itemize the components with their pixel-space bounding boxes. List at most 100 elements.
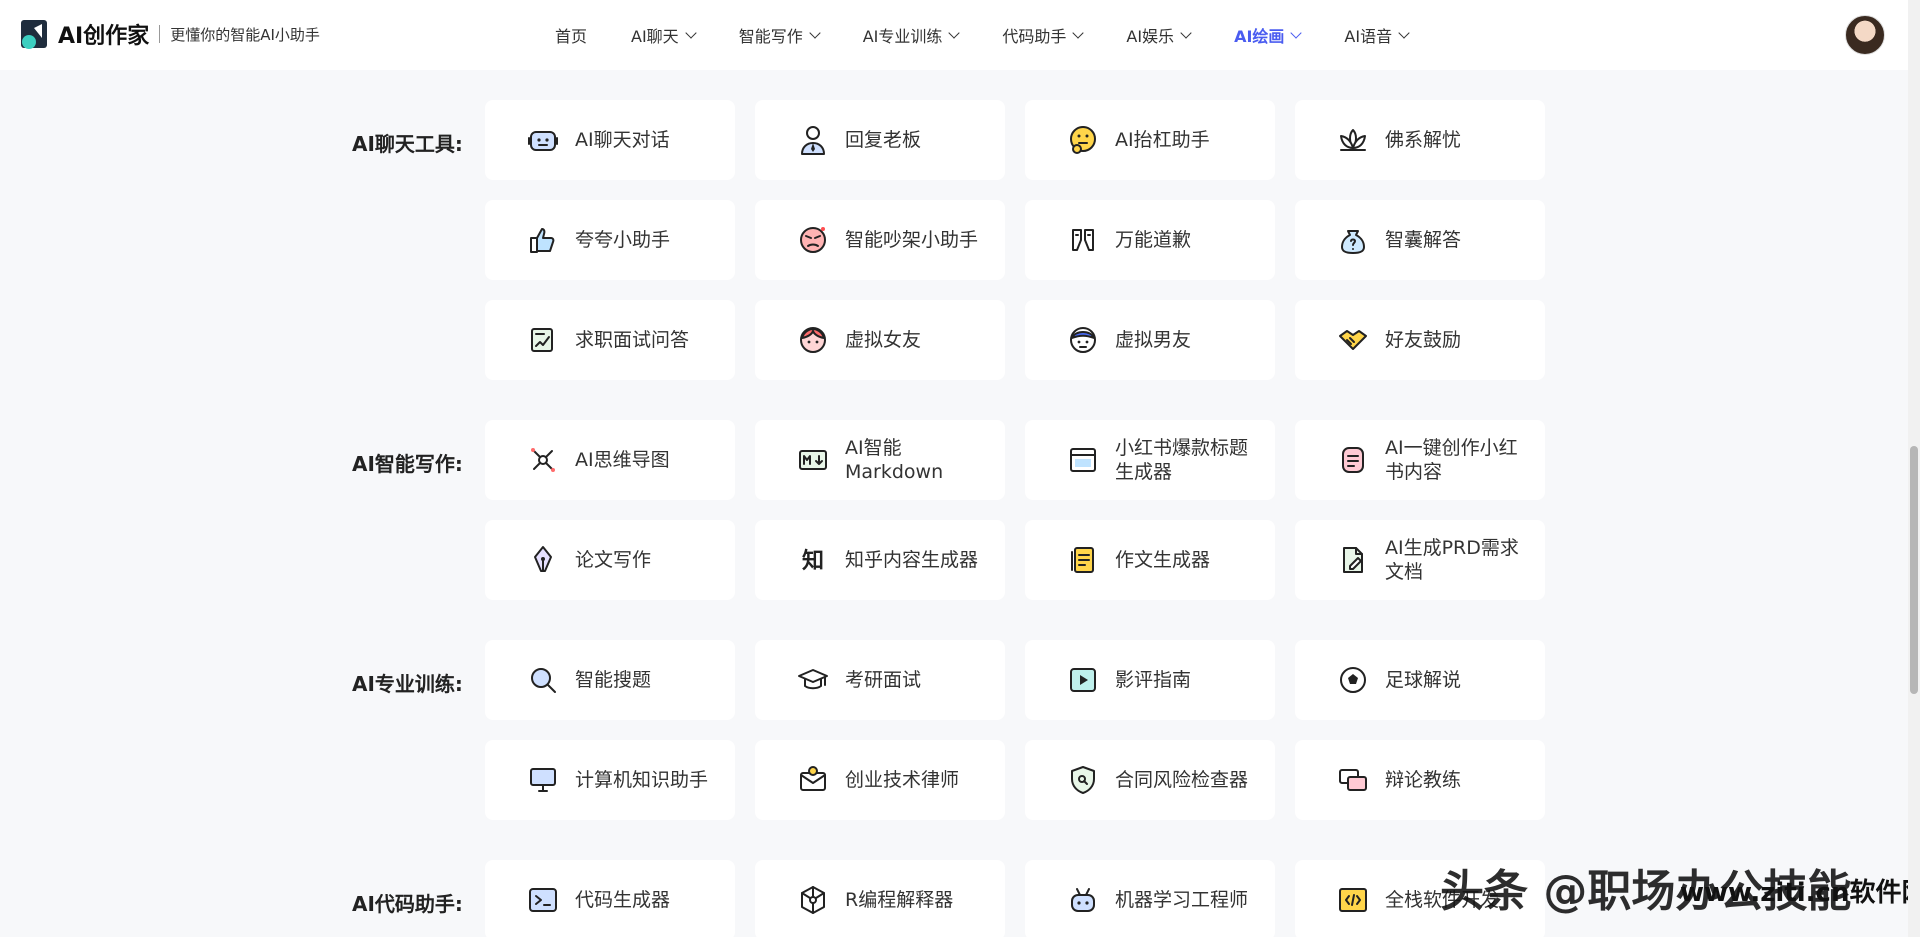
tool-card[interactable]: 求职面试问答 bbox=[485, 300, 735, 380]
pen-nib-icon bbox=[534, 546, 552, 572]
nav-item-label: AI语音 bbox=[1344, 27, 1393, 46]
note-icon bbox=[1342, 447, 1364, 473]
section-title: AI专业训练: bbox=[352, 672, 463, 696]
document-edit-icon bbox=[1343, 547, 1363, 573]
tool-card[interactable]: 影评指南 bbox=[1025, 640, 1275, 720]
nav-item-2[interactable]: 智能写作 bbox=[738, 23, 821, 47]
zhihu-icon: 知 bbox=[802, 548, 824, 574]
tool-card[interactable]: 好友鼓励 bbox=[1295, 300, 1545, 380]
tool-card[interactable]: AI思维导图 bbox=[485, 420, 735, 500]
nav-item-0[interactable]: 首页 bbox=[555, 23, 587, 47]
tool-card[interactable]: AI一键创作小红书内容 bbox=[1295, 420, 1545, 500]
tool-card[interactable]: 智囊解答 bbox=[1295, 200, 1545, 280]
user-avatar[interactable] bbox=[1845, 15, 1885, 55]
tool-card[interactable]: 作文生成器 bbox=[1025, 520, 1275, 600]
page-scrollbar[interactable] bbox=[1908, 0, 1920, 937]
top-navigation-bar: AI创作家 更懂你的智能AI小助手 首页 AI聊天 智能写作 AI专业训练 代码助手 AI… bbox=[0, 0, 1908, 70]
tool-card-label: 虚拟男友 bbox=[1115, 329, 1192, 351]
tool-card-label: AI思维导图 bbox=[575, 449, 670, 471]
shield-search-icon bbox=[1071, 766, 1095, 794]
tool-card-label: AI生成PRD需求文档 bbox=[1385, 537, 1519, 583]
svg-text:知: 知 bbox=[802, 548, 824, 574]
girl-face-icon bbox=[800, 327, 826, 353]
tool-card[interactable]: 万能道歉 bbox=[1025, 200, 1275, 280]
tool-card[interactable]: 虚拟女友 bbox=[755, 300, 1005, 380]
tool-card[interactable]: 佛系解忧 bbox=[1295, 100, 1545, 180]
question-bag-icon bbox=[1341, 230, 1365, 254]
site-logo[interactable]: AI创作家 更懂你的智能AI小助手 bbox=[20, 18, 320, 50]
football-icon bbox=[1340, 667, 1366, 693]
tool-card-label: 小红书爆款标题生成器 bbox=[1115, 437, 1249, 483]
tool-card[interactable]: 论文写作 bbox=[485, 520, 735, 600]
nav-item-7[interactable]: AI语音 bbox=[1344, 23, 1410, 47]
apology-icon bbox=[1072, 229, 1094, 251]
nav-item-4[interactable]: 代码助手 bbox=[1002, 23, 1085, 47]
section-title: AI聊天工具: bbox=[352, 132, 463, 156]
tool-card-label: 夸夸小助手 bbox=[575, 229, 671, 251]
nav-item-6[interactable]: AI绘画 bbox=[1234, 23, 1303, 47]
boss-icon bbox=[801, 126, 825, 155]
mindmap-icon bbox=[531, 448, 555, 472]
nav-item-label: 首页 bbox=[555, 27, 588, 46]
code-window-icon bbox=[1339, 888, 1367, 912]
nav-item-1[interactable]: AI聊天 bbox=[631, 23, 697, 47]
tool-card[interactable]: AI聊天对话 bbox=[485, 100, 735, 180]
nav-item-label: AI聊天 bbox=[631, 27, 679, 46]
boy-face-icon bbox=[1070, 327, 1096, 353]
main-nav: 首页 AI聊天 智能写作 AI专业训练 代码助手 AI娱乐 AI绘画 AI语音 bbox=[555, 0, 1452, 70]
robot-icon bbox=[528, 131, 558, 151]
nav-item-label: 代码助手 bbox=[1002, 27, 1067, 46]
nav-item-label: 智能写作 bbox=[738, 27, 803, 46]
chevron-down-icon bbox=[948, 26, 961, 39]
tool-card-label: R编程解释器 bbox=[845, 889, 954, 911]
tool-card[interactable]: 回复老板 bbox=[755, 100, 1005, 180]
tool-card[interactable]: 小红书爆款标题生成器 bbox=[1025, 420, 1275, 500]
tool-card[interactable]: 合同风险检查器 bbox=[1025, 740, 1275, 820]
tool-card[interactable]: 创业技术律师 bbox=[755, 740, 1005, 820]
tool-card[interactable]: 智能吵架小助手 bbox=[755, 200, 1005, 280]
network-icon bbox=[801, 886, 825, 914]
tool-card-label: 影评指南 bbox=[1115, 669, 1192, 691]
tool-card-label: 计算机知识助手 bbox=[575, 769, 709, 791]
nav-item-label: AI专业训练 bbox=[862, 27, 943, 46]
tool-card[interactable]: 知知乎内容生成器 bbox=[755, 520, 1005, 600]
bot-icon bbox=[1071, 888, 1095, 912]
tool-card[interactable]: 足球解说 bbox=[1295, 640, 1545, 720]
tool-card[interactable]: AI智能Markdown bbox=[755, 420, 1005, 500]
tool-card[interactable]: 智能搜题 bbox=[485, 640, 735, 720]
tool-card[interactable]: 辩论教练 bbox=[1295, 740, 1545, 820]
tool-card-label: 回复老板 bbox=[845, 129, 922, 151]
chevron-down-icon bbox=[1180, 26, 1192, 39]
angry-face-icon bbox=[800, 227, 826, 253]
nav-item-3[interactable]: AI专业训练 bbox=[862, 23, 961, 47]
tool-card-label: 求职面试问答 bbox=[575, 329, 690, 351]
tool-card[interactable]: R编程解释器 bbox=[755, 860, 1005, 937]
tool-card[interactable]: 代码生成器 bbox=[485, 860, 735, 937]
chevron-down-icon bbox=[685, 26, 697, 39]
chat-bubbles-icon bbox=[1339, 769, 1367, 791]
tool-card-label: 论文写作 bbox=[575, 549, 652, 571]
tool-card-label: 辩论教练 bbox=[1385, 769, 1462, 791]
tool-card[interactable]: 虚拟男友 bbox=[1025, 300, 1275, 380]
tool-card[interactable]: AI生成PRD需求文档 bbox=[1295, 520, 1545, 600]
tool-card[interactable]: 考研面试 bbox=[755, 640, 1005, 720]
tool-card-label: 万能道歉 bbox=[1115, 229, 1192, 251]
tool-card-label: AI聊天对话 bbox=[575, 129, 670, 151]
tool-card-label: AI抬杠助手 bbox=[1115, 129, 1210, 151]
logo-icon bbox=[21, 20, 47, 49]
nav-item-5[interactable]: AI娱乐 bbox=[1126, 23, 1192, 47]
tool-card-label: 代码生成器 bbox=[575, 889, 671, 911]
tool-card[interactable]: 夸夸小助手 bbox=[485, 200, 735, 280]
resume-icon bbox=[531, 328, 553, 352]
tool-card-label: 虚拟女友 bbox=[845, 329, 922, 351]
graduation-cap-icon bbox=[798, 669, 828, 690]
tool-card-label: 智能吵架小助手 bbox=[845, 229, 979, 251]
tool-card[interactable]: AI抬杠助手 bbox=[1025, 100, 1275, 180]
tool-card[interactable]: 计算机知识助手 bbox=[485, 740, 735, 820]
tool-card-label: 机器学习工程师 bbox=[1115, 889, 1249, 911]
tool-card[interactable]: 机器学习工程师 bbox=[1025, 860, 1275, 937]
logo-divider bbox=[159, 25, 161, 43]
tool-card-label: 考研面试 bbox=[845, 669, 922, 691]
tool-card-label: 合同风险检查器 bbox=[1115, 769, 1249, 791]
scrollbar-thumb[interactable] bbox=[1910, 446, 1918, 694]
